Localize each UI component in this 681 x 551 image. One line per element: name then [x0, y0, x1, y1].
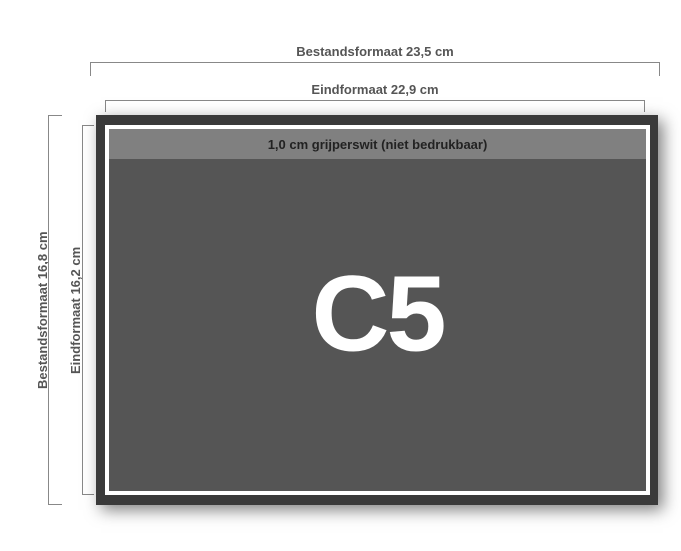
- final-format-width-bracket: [105, 100, 645, 110]
- format-code-label: C5: [109, 250, 646, 375]
- gripper-white-band: 1,0 cm grijperswit (niet bedrukbaar): [109, 129, 646, 159]
- final-format-height-bracket: [82, 125, 92, 495]
- envelope-trim-area: 1,0 cm grijperswit (niet bedrukbaar) C5: [105, 125, 650, 495]
- gripper-white-text: 1,0 cm grijperswit (niet bedrukbaar): [268, 137, 488, 152]
- final-format-height-label: Eindformaat 16,2 cm: [68, 125, 83, 495]
- file-format-width-label: Bestandsformaat 23,5 cm: [90, 44, 660, 59]
- final-format-width-label: Eindformaat 22,9 cm: [105, 82, 645, 97]
- envelope-bleed-area: 1,0 cm grijperswit (niet bedrukbaar) C5: [96, 115, 658, 505]
- file-format-height-bracket: [48, 115, 60, 505]
- file-format-width-bracket: [90, 62, 660, 74]
